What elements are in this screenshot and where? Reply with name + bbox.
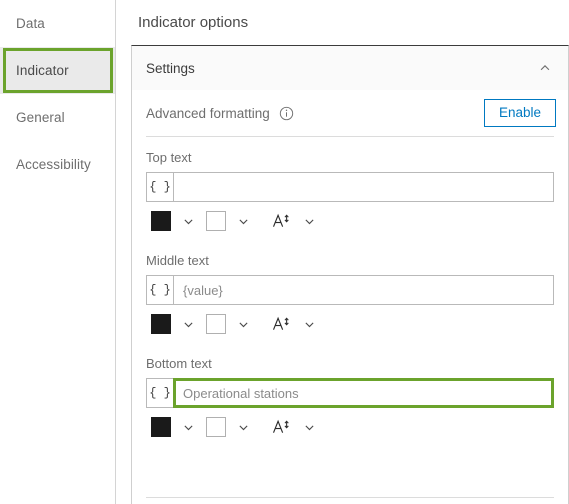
sidebar-item-data[interactable]: Data [0, 0, 115, 47]
middle-text-input[interactable] [173, 275, 554, 305]
options-content: Indicator options Settings Advanced form… [116, 0, 569, 504]
sidebar-item-general[interactable]: General [0, 94, 115, 141]
bottom-text-color-swatch[interactable] [151, 417, 171, 437]
middle-text-background-swatch[interactable] [206, 314, 226, 334]
info-circle-icon[interactable] [270, 106, 294, 121]
bottom-text-background-chevron-down-icon[interactable] [226, 421, 261, 434]
top-text-input-row: { } [146, 172, 554, 202]
sidebar-item-indicator[interactable]: Indicator [0, 47, 115, 94]
top-text-font-size-icon[interactable] [261, 212, 291, 230]
advanced-formatting-label: Advanced formatting [146, 105, 270, 121]
sidebar-item-accessibility[interactable]: Accessibility [0, 141, 115, 188]
top-text-color-swatch[interactable] [151, 211, 171, 231]
enable-advanced-formatting-button[interactable]: Enable [483, 99, 556, 127]
top-text-color-chevron-down-icon[interactable] [171, 215, 206, 228]
middle-text-label: Middle text [146, 253, 209, 268]
bottom-text-background-swatch[interactable] [206, 417, 226, 437]
middle-text-font-size-icon[interactable] [261, 315, 291, 333]
top-text-expression-button[interactable]: { } [146, 172, 173, 202]
indicator-options-panel: Data Indicator General Accessibility Ind… [0, 0, 569, 504]
settings-sidebar: Data Indicator General Accessibility [0, 0, 116, 504]
sidebar-item-label: Indicator [16, 63, 69, 78]
bottom-text-font-size-icon[interactable] [261, 418, 291, 436]
top-text-format-controls [146, 202, 554, 240]
bottom-text-color-chevron-down-icon[interactable] [171, 421, 206, 434]
middle-text-input-row: { } [146, 275, 554, 305]
bottom-text-input[interactable] [173, 378, 554, 408]
middle-text-color-swatch[interactable] [151, 314, 171, 334]
middle-text-color-chevron-down-icon[interactable] [171, 318, 206, 331]
settings-panel: Settings Advanced formatting Enable Top … [131, 45, 569, 504]
top-text-input[interactable] [173, 172, 554, 202]
bottom-text-font-size-chevron-down-icon[interactable] [291, 421, 327, 434]
top-text-font-size-chevron-down-icon[interactable] [291, 215, 327, 228]
bottom-text-input-row: { } [146, 378, 554, 408]
middle-text-format-controls [146, 305, 554, 343]
top-text-background-swatch[interactable] [206, 211, 226, 231]
bottom-text-expression-button[interactable]: { } [146, 378, 173, 408]
settings-section-title: Settings [146, 60, 195, 76]
panel-bottom-divider [146, 497, 554, 498]
top-text-group: Top text { } [132, 137, 568, 240]
chevron-up-icon[interactable] [538, 61, 552, 75]
bottom-text-group: Bottom text { } [132, 343, 568, 446]
middle-text-expression-button[interactable]: { } [146, 275, 173, 305]
middle-text-group: Middle text { } [132, 240, 568, 343]
bottom-text-format-controls [146, 408, 554, 446]
sidebar-item-label: Data [16, 16, 45, 31]
top-text-background-chevron-down-icon[interactable] [226, 215, 261, 228]
bottom-text-label: Bottom text [146, 356, 212, 371]
sidebar-item-label: General [16, 110, 65, 125]
middle-text-background-chevron-down-icon[interactable] [226, 318, 261, 331]
page-title-text: Indicator options [138, 14, 249, 31]
page-title: Indicator options [116, 0, 569, 45]
sidebar-item-label: Accessibility [16, 157, 91, 172]
middle-text-font-size-chevron-down-icon[interactable] [291, 318, 327, 331]
advanced-formatting-row: Advanced formatting Enable [132, 90, 568, 136]
settings-section-header[interactable]: Settings [132, 46, 568, 90]
top-text-label: Top text [146, 150, 192, 165]
